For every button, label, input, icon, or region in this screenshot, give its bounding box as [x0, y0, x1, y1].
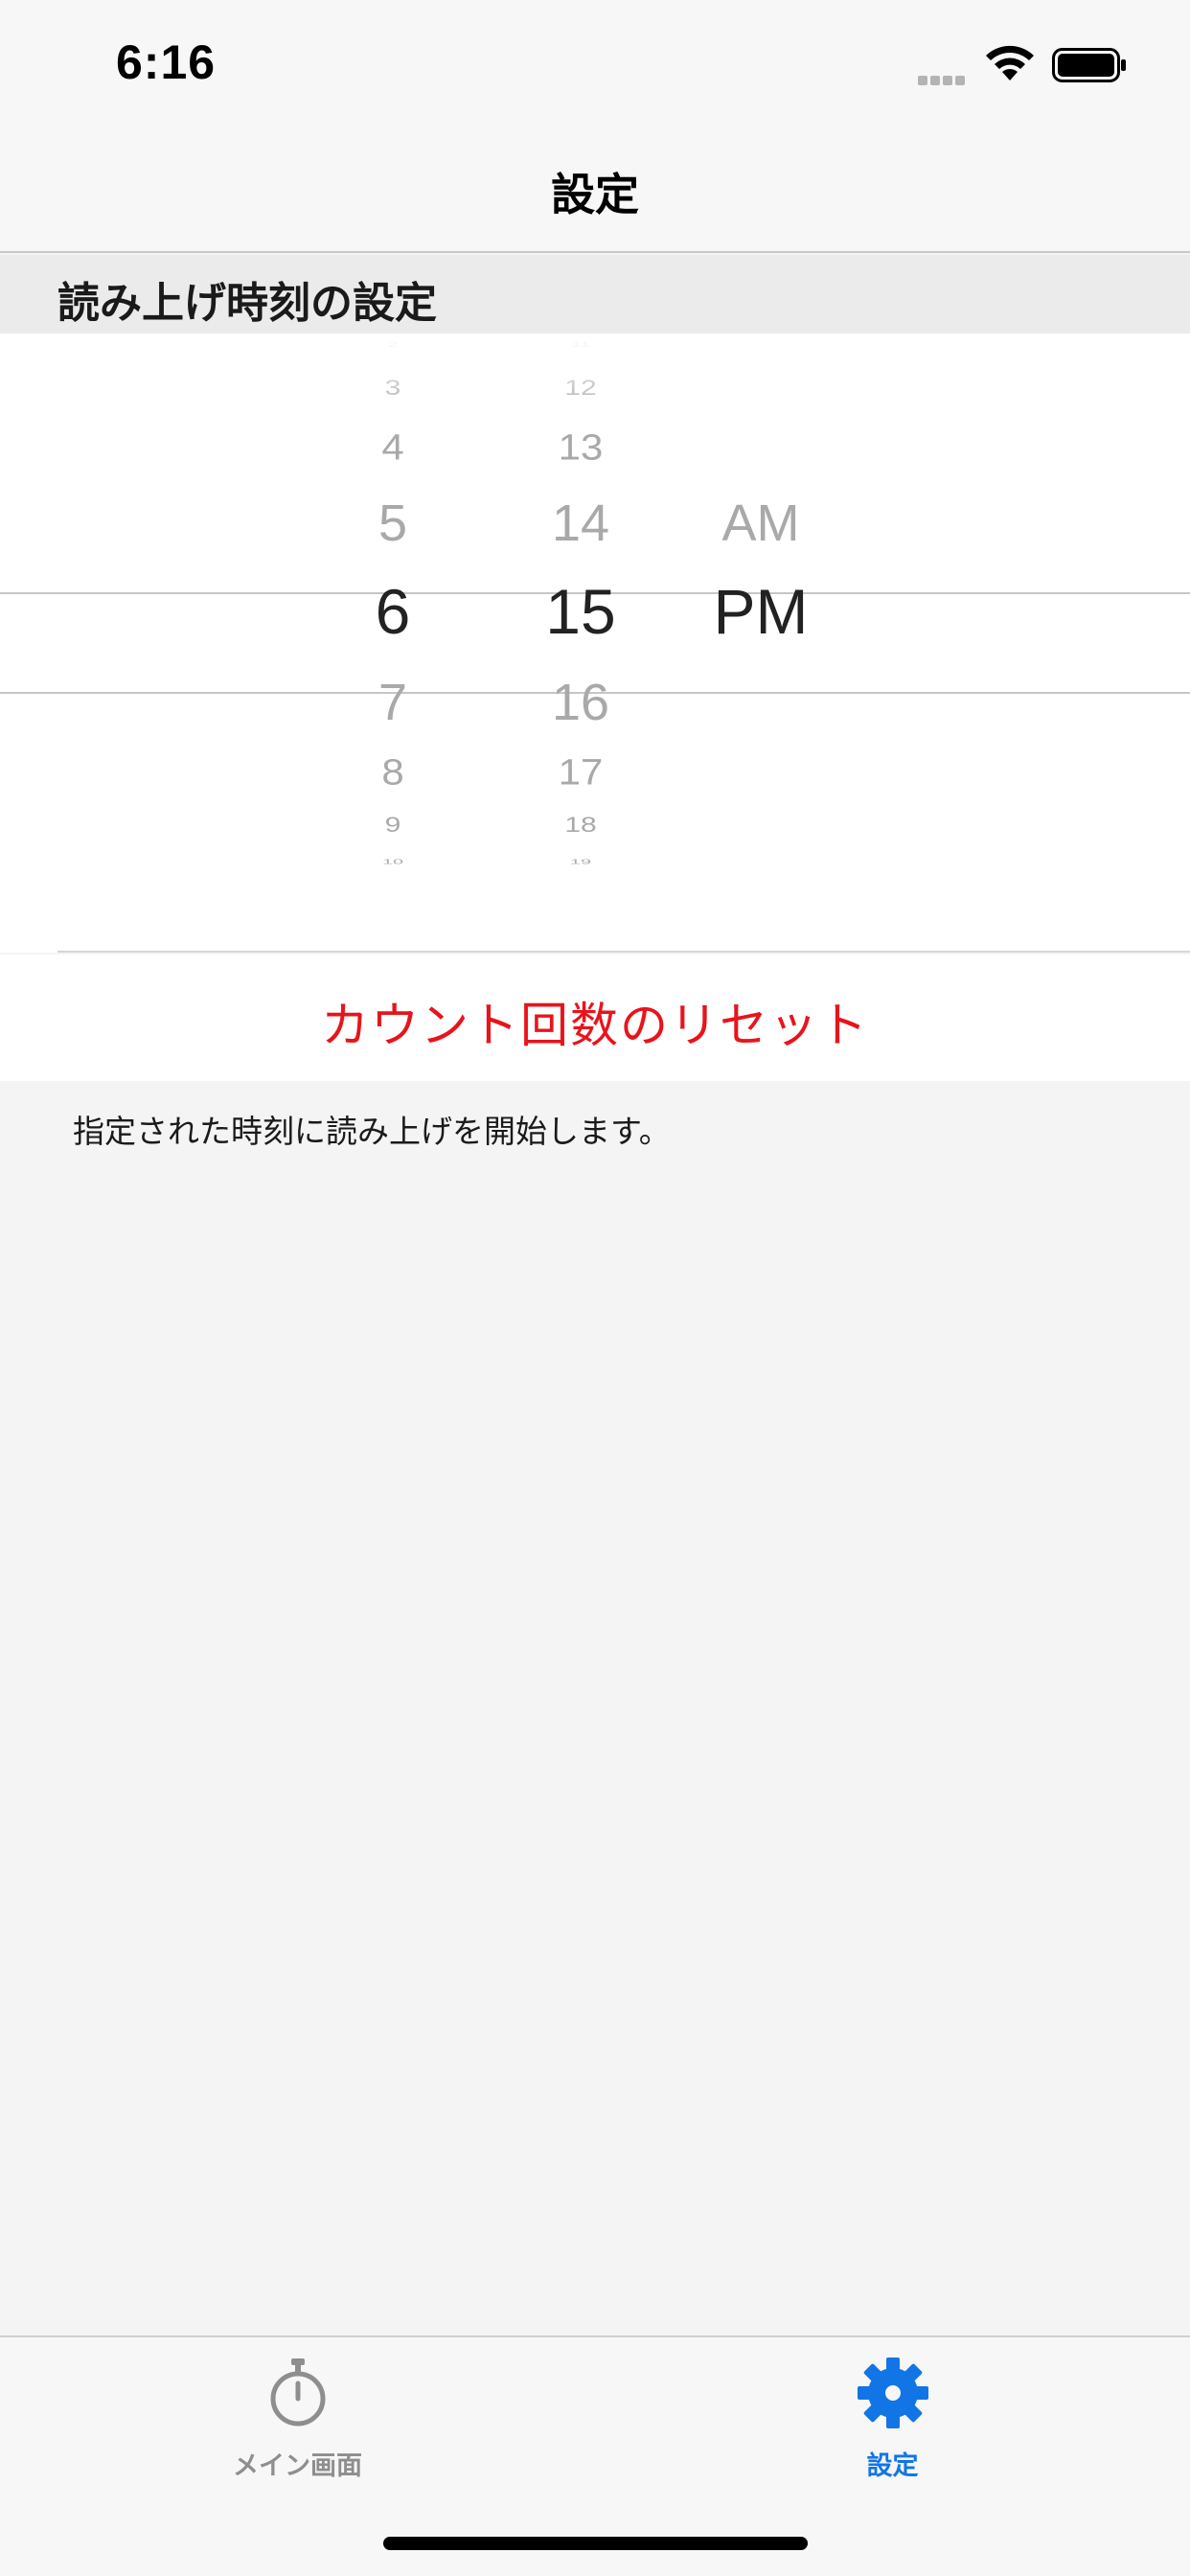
gear-icon [857, 2358, 928, 2428]
picker-minute-option[interactable]: 17 [559, 751, 604, 793]
tab-settings-label: 設定 [866, 2451, 919, 2480]
section-header-text: 読み上げ時刻の設定 [57, 280, 437, 327]
picker-minute-option[interactable]: 15 [545, 575, 615, 648]
picker-ampm-option[interactable]: AM [722, 494, 800, 553]
picker-minute-option[interactable]: 16 [552, 673, 609, 732]
page-title: 設定 [551, 170, 639, 219]
navigation-bar: 設定 [0, 129, 1190, 253]
picker-hour-option[interactable]: 9 [385, 813, 401, 838]
picker-ampm-option[interactable]: PM [714, 575, 809, 648]
home-indicator [383, 2537, 808, 2550]
section-footer: 指定された時刻に読み上げを開始します。 [73, 1114, 671, 1149]
wifi-icon [986, 45, 1034, 80]
reset-count-button[interactable]: カウント回数のリセット [0, 954, 1190, 1081]
picker-minute-option[interactable]: 18 [564, 813, 596, 838]
picker-fade-bottom [0, 866, 1190, 953]
battery-icon [1052, 48, 1126, 82]
status-bar: 6:16 [0, 0, 1190, 129]
stopwatch-icon [270, 2358, 325, 2426]
picker-hour-option[interactable]: 6 [376, 575, 411, 648]
picker-minute-option[interactable]: 19 [570, 858, 591, 865]
picker-hour-option[interactable]: 7 [378, 673, 407, 732]
time-picker[interactable]: 2345678910111213141516171819AMPM [0, 334, 1190, 953]
reset-count-label: カウント回数のリセット [321, 999, 869, 1052]
status-time: 6:16 [116, 35, 217, 89]
picker-fade-top [0, 334, 1190, 420]
tab-main[interactable]: メイン画面 [0, 2337, 595, 2491]
picker-hour-option[interactable]: 4 [381, 426, 403, 468]
settings-screen: 6:16 設定 読み上げ時刻の設定 2345678910111213141516… [0, 0, 1190, 2576]
picker-hour-option[interactable]: 5 [378, 494, 407, 553]
cellular-signal-icon [918, 71, 968, 89]
section-header: 読み上げ時刻の設定 [0, 255, 1190, 334]
picker-hour-option[interactable]: 10 [382, 858, 403, 865]
picker-hour-option[interactable]: 8 [381, 751, 403, 793]
cell-separator [57, 951, 1190, 953]
picker-minute-option[interactable]: 13 [559, 426, 604, 468]
tab-settings[interactable]: 設定 [595, 2337, 1190, 2491]
picker-minute-option[interactable]: 14 [552, 494, 609, 553]
tab-main-label: メイン画面 [233, 2451, 362, 2480]
